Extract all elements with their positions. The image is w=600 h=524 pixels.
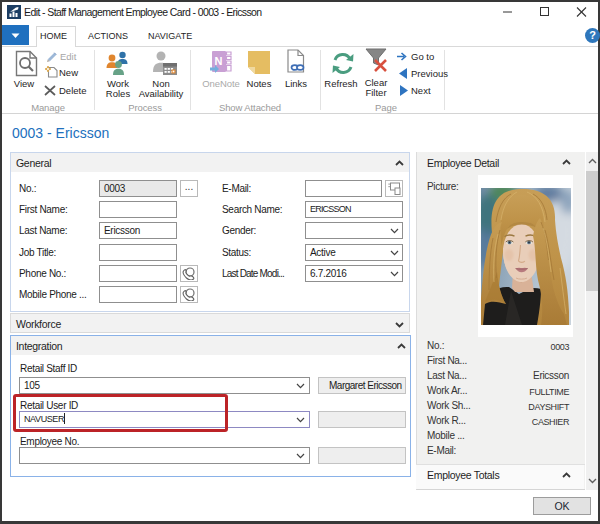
svg-text:N: N <box>215 55 223 67</box>
